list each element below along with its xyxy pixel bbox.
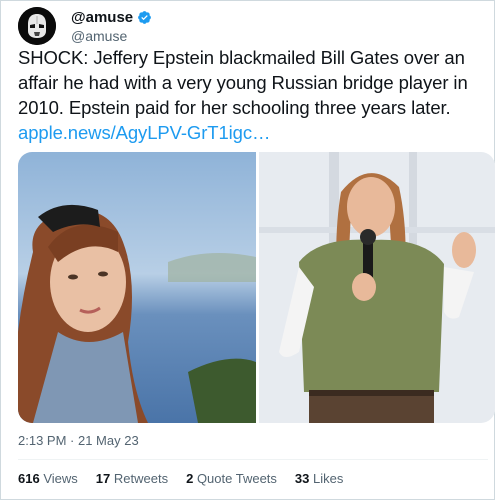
photo-woman-with-microphone-image <box>259 152 495 423</box>
photo-woman-with-microphone[interactable] <box>259 152 495 423</box>
quote-tweets-stat[interactable]: 2 Quote Tweets <box>186 471 277 486</box>
likes-label: Likes <box>313 471 344 486</box>
retweets-count: 17 <box>95 471 111 486</box>
tweet-link[interactable]: apple.news/AgyLPV-GrT1igc… <box>18 122 271 143</box>
tweet-card: @amuse @amuse SHOCK: Jeffery Epstein bla… <box>0 0 495 500</box>
quotes-count: 2 <box>186 471 194 486</box>
avatar[interactable] <box>18 7 56 45</box>
tweet-text: SHOCK: Jeffery Epstein blackmailed Bill … <box>18 45 488 145</box>
photo-woman-by-sea[interactable] <box>18 152 256 423</box>
likes-count: 33 <box>294 471 310 486</box>
divider <box>18 459 488 460</box>
views-count: 616 <box>18 471 40 486</box>
handle[interactable]: @amuse <box>71 28 127 44</box>
tweet-text-main: SHOCK: Jeffery Epstein blackmailed Bill … <box>18 47 468 118</box>
tweet-timestamp[interactable]: 2:13 PM · 21 May 23 <box>18 433 139 448</box>
quotes-label: Quote Tweets <box>196 471 277 486</box>
engagement-stats: 616 Views 17 Retweets 2 Quote Tweets 33 … <box>18 471 343 486</box>
views-stat[interactable]: 616 Views <box>18 471 78 486</box>
display-name[interactable]: @amuse <box>71 9 133 26</box>
media-grid <box>18 152 495 423</box>
photo-woman-by-sea-image <box>18 152 256 423</box>
likes-stat[interactable]: 33 Likes <box>295 471 343 486</box>
retweets-stat[interactable]: 17 Retweets <box>96 471 168 486</box>
views-label: Views <box>43 471 78 486</box>
stormtrooper-avatar-icon <box>18 7 56 45</box>
retweets-label: Retweets <box>113 471 169 486</box>
author-row: @amuse <box>71 9 152 26</box>
verified-badge-icon <box>138 11 152 24</box>
